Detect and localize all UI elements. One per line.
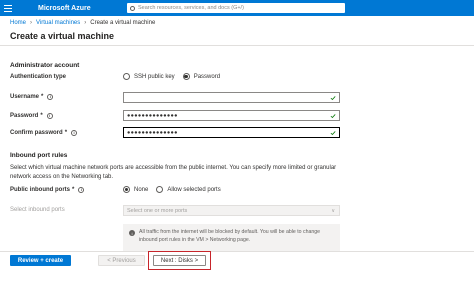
auth-type-label: Authentication type — [10, 74, 66, 80]
radio-circle[interactable] — [156, 186, 164, 193]
public-inbound-ports-radio-group: None Allow selected ports — [123, 186, 229, 193]
chevron-right-icon: › — [30, 20, 33, 26]
breadcrumb-virtual-machines[interactable]: Virtual machines — [36, 20, 80, 26]
username-field[interactable] — [123, 92, 340, 103]
required-marker: * — [64, 130, 68, 136]
previous-button[interactable]: < Previous — [98, 255, 145, 266]
checkmark-icon — [330, 130, 336, 135]
auth-type-label-text: Authentication type — [10, 74, 67, 80]
password-label-text: Password — [10, 113, 39, 119]
radio-none[interactable]: None — [123, 186, 148, 193]
breadcrumb: Home › Virtual machines › Create a virtu… — [10, 20, 155, 26]
breadcrumb-home[interactable]: Home — [10, 20, 26, 26]
radio-ssh-public-key[interactable]: SSH public key — [123, 73, 175, 80]
select-inbound-ports-label: Select inbound ports — [10, 207, 65, 213]
radio-label: None — [134, 186, 149, 193]
radio-label: SSH public key — [134, 73, 175, 80]
page-title: Create a virtual machine — [10, 31, 115, 41]
info-icon[interactable]: i — [47, 94, 54, 100]
brand-title[interactable]: Microsoft Azure — [38, 5, 91, 12]
chevron-right-icon: › — [84, 20, 87, 26]
highlight-box — [148, 251, 211, 270]
info-box-text: All traffic from the internet will be bl… — [139, 229, 320, 243]
required-marker: * — [72, 187, 75, 193]
confirm-password-field[interactable]: ●●●●●●●●●●●●●● — [123, 127, 340, 138]
radio-label: Password — [193, 73, 221, 80]
info-icon[interactable]: i — [78, 187, 85, 193]
breadcrumb-current: Create a virtual machine — [90, 20, 156, 26]
password-value: ●●●●●●●●●●●●●● — [127, 112, 178, 119]
info-icon[interactable]: i — [46, 113, 53, 119]
top-bar: Microsoft Azure — [0, 0, 474, 16]
username-label-text: Username — [10, 94, 40, 100]
info-icon: i — [129, 230, 135, 236]
global-search[interactable] — [127, 3, 345, 13]
inbound-description: Select which virtual machine network por… — [10, 165, 337, 180]
password-label: Password * i — [10, 113, 53, 119]
radio-circle-checked[interactable] — [182, 73, 190, 80]
confirm-password-label: Confirm password * i — [10, 130, 78, 136]
username-label: Username * i — [10, 94, 54, 100]
divider — [0, 45, 474, 46]
password-field[interactable]: ●●●●●●●●●●●●●● — [123, 110, 340, 121]
search-input[interactable] — [138, 5, 338, 11]
chevron-down-icon: ∨ — [331, 208, 335, 214]
section-inbound-heading: Inbound port rules — [10, 152, 68, 159]
public-inbound-ports-label: Public inbound ports * i — [10, 187, 85, 193]
checkmark-icon — [330, 113, 336, 118]
select-inbound-ports-dropdown[interactable]: Select one or more ports ∨ — [123, 205, 340, 216]
radio-password[interactable]: Password — [182, 73, 221, 80]
radio-circle-checked[interactable] — [123, 186, 130, 193]
public-inbound-ports-label-text: Public inbound ports — [10, 187, 70, 193]
select-placeholder: Select one or more ports — [127, 207, 188, 214]
confirm-password-label-text: Confirm password — [10, 130, 63, 136]
confirm-password-value: ●●●●●●●●●●●●●● — [127, 129, 178, 136]
hamburger-icon[interactable] — [0, 0, 16, 16]
divider — [0, 251, 474, 252]
review-create-button[interactable]: Review + create — [10, 255, 71, 266]
required-marker: * — [40, 113, 43, 119]
checkmark-icon — [330, 95, 336, 100]
search-icon — [130, 5, 135, 11]
select-inbound-ports-label-text: Select inbound ports — [10, 207, 65, 213]
radio-label: Allow selected ports — [167, 186, 221, 193]
radio-allow-selected-ports[interactable]: Allow selected ports — [156, 186, 221, 193]
required-marker: * — [41, 94, 44, 100]
info-box: i All traffic from the internet will be … — [123, 224, 340, 252]
radio-circle[interactable] — [123, 73, 130, 80]
info-icon[interactable]: i — [71, 130, 78, 136]
section-admin-heading: Administrator account — [10, 62, 80, 69]
auth-type-radio-group: SSH public key Password — [123, 73, 228, 80]
